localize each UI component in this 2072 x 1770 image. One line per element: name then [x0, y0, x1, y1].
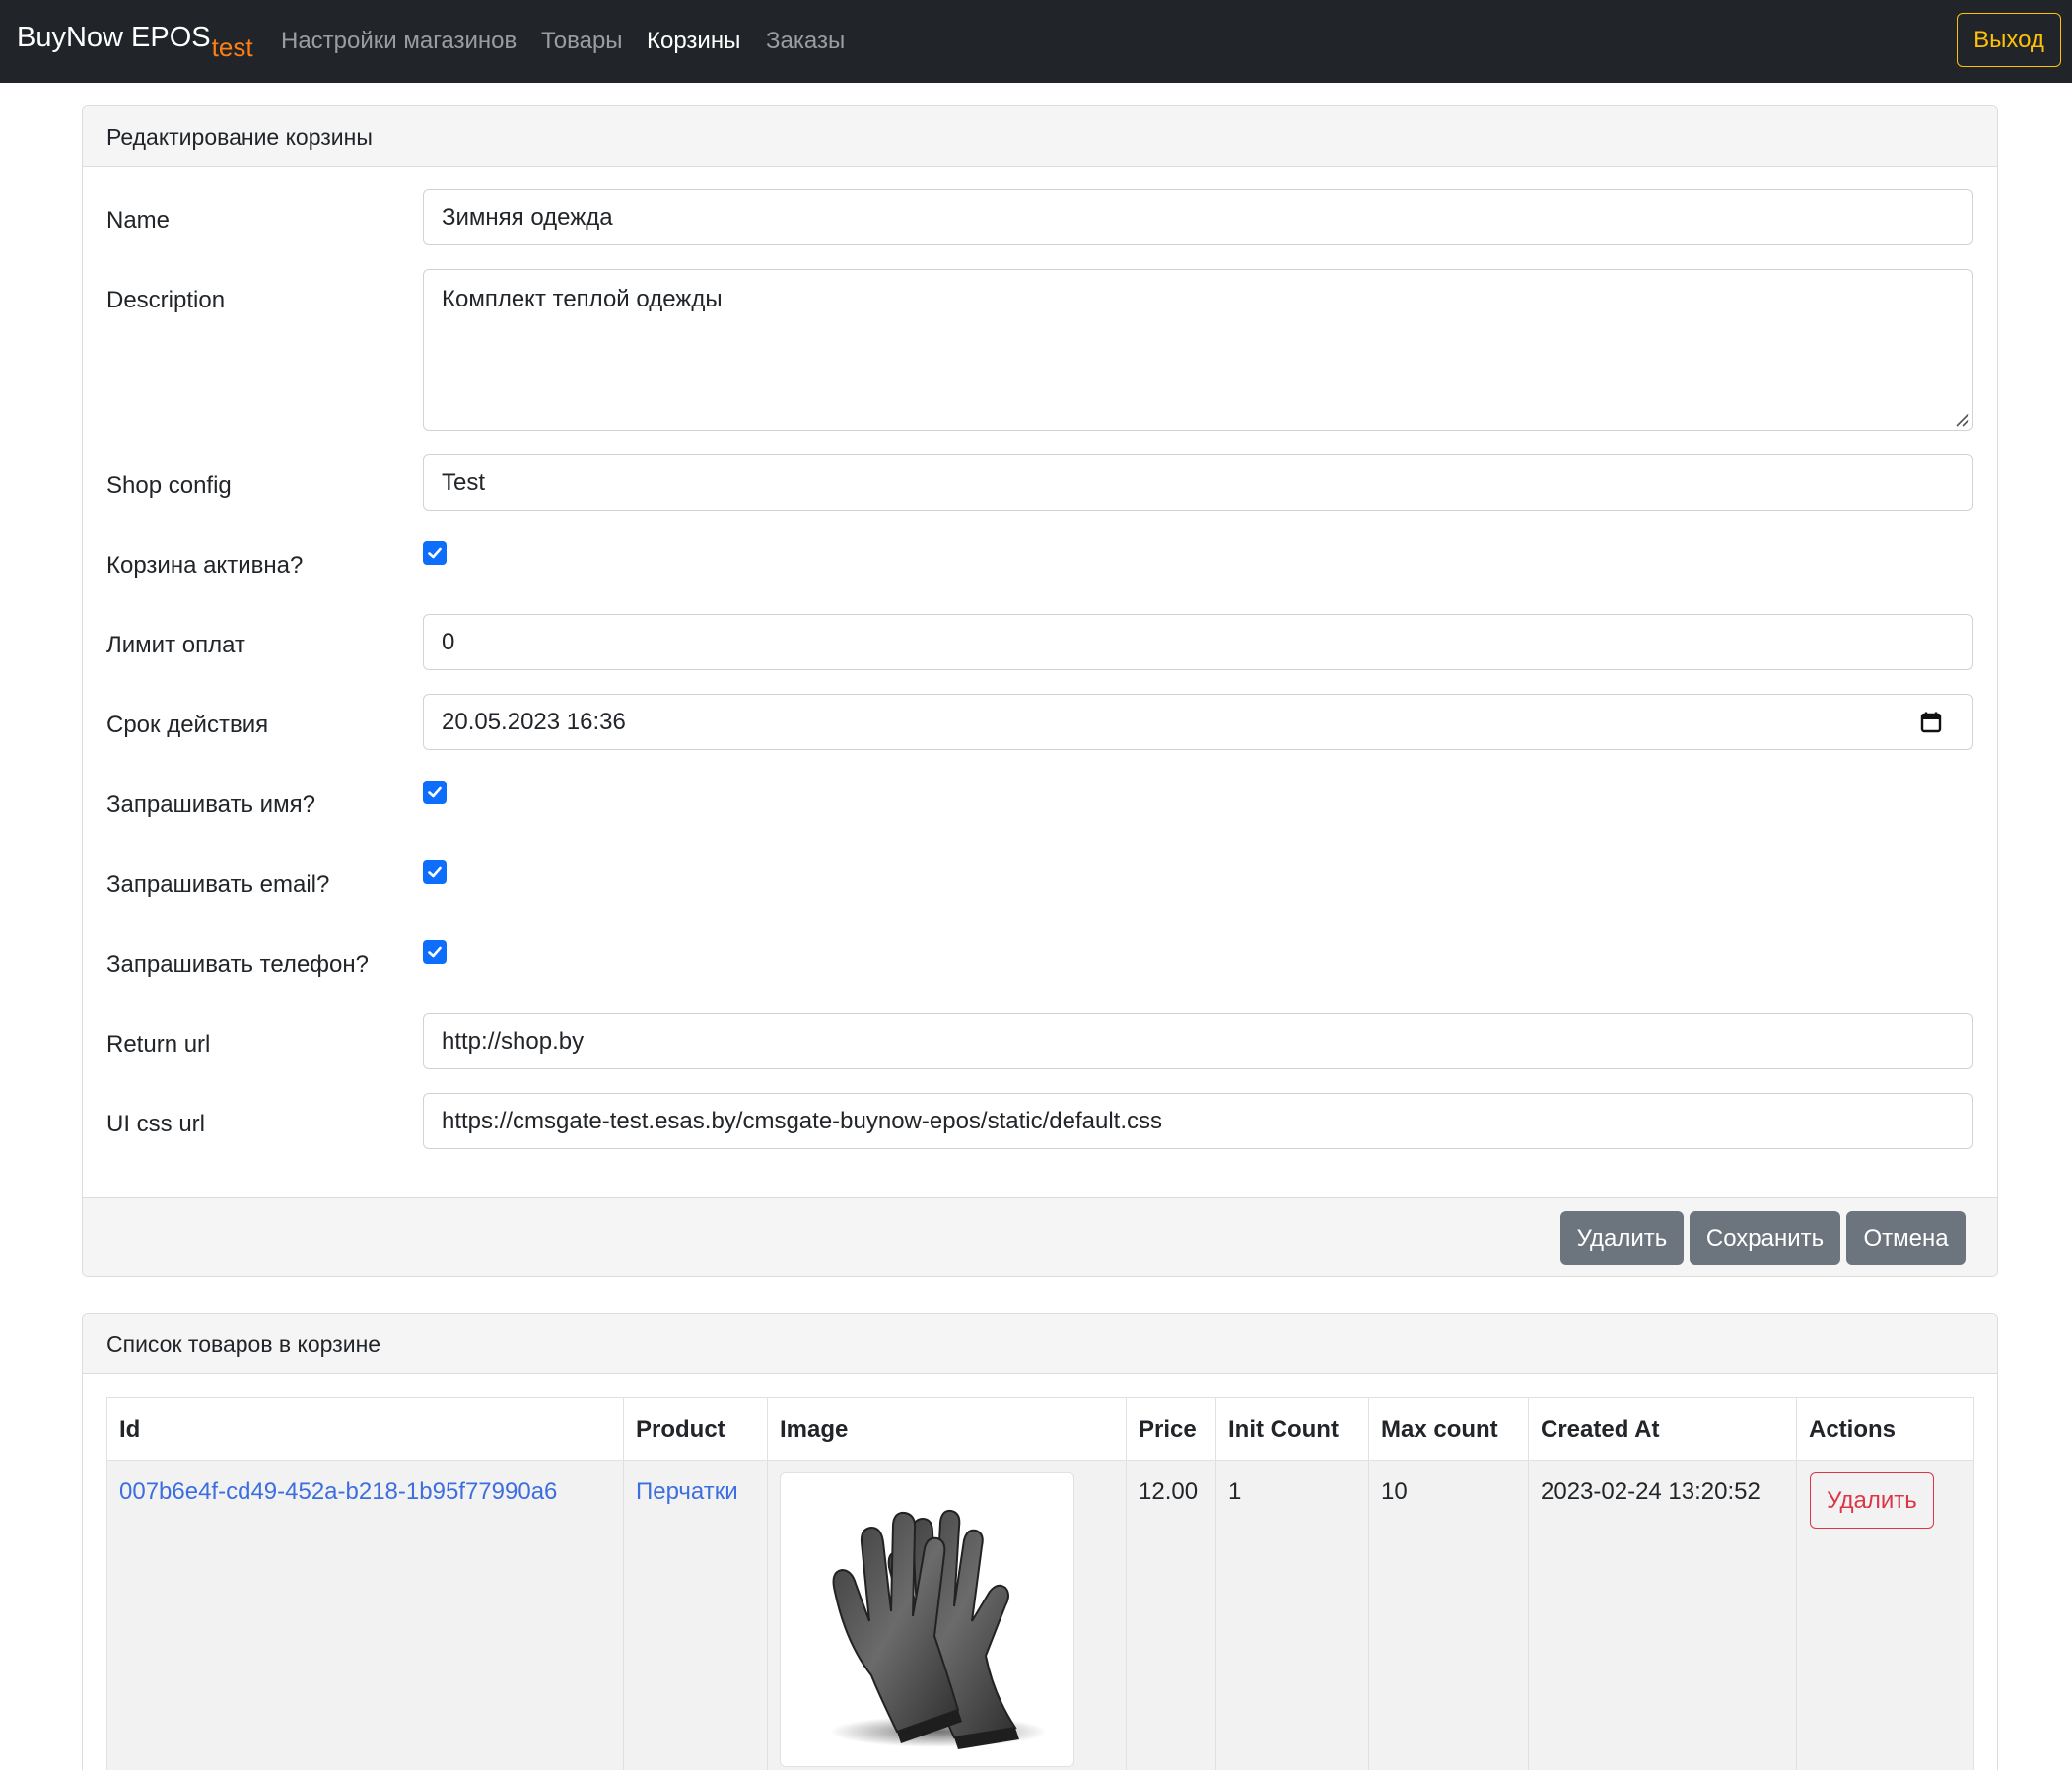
brand[interactable]: BuyNow EPOStest — [17, 22, 253, 62]
edit-cart-card-footer: Удалить Сохранить Отмена — [83, 1197, 1997, 1276]
ask-phone-checkbox[interactable] — [423, 940, 447, 964]
product-link[interactable]: Перчатки — [636, 1478, 738, 1505]
resize-handle-icon[interactable] — [1953, 410, 1970, 428]
name-input[interactable]: Зимняя одежда — [423, 189, 1973, 245]
column-header-id: Id — [107, 1398, 624, 1460]
cell-max-count: 10 — [1369, 1461, 1529, 1770]
check-icon — [428, 946, 442, 958]
cart-items-card-header: Список товаров в корзине — [83, 1314, 1997, 1374]
nav-products[interactable]: Товары — [541, 28, 623, 55]
column-header-product: Product — [624, 1398, 768, 1460]
description-textarea[interactable]: Комплект теплой одежды — [423, 269, 1973, 431]
top-navbar: BuyNow EPOStest Настройки магазинов Това… — [0, 0, 2072, 83]
cell-created-at: 2023-02-24 13:20:52 — [1529, 1461, 1797, 1770]
payment-limit-value: 0 — [442, 629, 455, 655]
delete-item-button[interactable]: Удалить — [1810, 1472, 1934, 1529]
save-cart-button[interactable]: Сохранить — [1690, 1211, 1840, 1265]
brand-env-label: test — [211, 33, 253, 62]
cart-items-title: Список товаров в корзине — [106, 1331, 381, 1357]
table-row: 007b6e4f-cd49-452a-b218-1b95f77990a6 Пер… — [107, 1460, 1973, 1770]
check-icon — [428, 786, 442, 798]
payment-limit-label: Лимит оплат — [106, 632, 245, 658]
column-header-max-count: Max count — [1369, 1398, 1529, 1460]
cart-active-label: Корзина активна? — [106, 552, 304, 579]
edit-cart-card-header: Редактирование корзины — [83, 106, 1997, 167]
logout-button[interactable]: Выход — [1957, 13, 2061, 67]
gloves-image — [780, 1472, 1074, 1767]
edit-cart-card: Редактирование корзины Name Зимняя одежд… — [82, 105, 1998, 1277]
nav-orders[interactable]: Заказы — [766, 28, 845, 55]
payment-limit-input[interactable]: 0 — [423, 614, 1973, 670]
ui-css-url-label: UI css url — [106, 1111, 206, 1137]
ui-css-url-value: https://cmsgate-test.esas.by/cmsgate-buy… — [442, 1108, 1162, 1134]
column-header-actions: Actions — [1809, 1416, 1897, 1443]
cart-active-checkbox[interactable] — [423, 541, 447, 565]
ask-email-label: Запрашивать email? — [106, 871, 330, 898]
description-label: Description — [106, 287, 226, 313]
cell-actions: Удалить — [1797, 1461, 1975, 1770]
name-label: Name — [106, 207, 171, 234]
column-header-created-at: Created At — [1529, 1398, 1797, 1460]
column-header-init-count: Init Count — [1216, 1398, 1369, 1460]
cell-price: 12.00 — [1127, 1461, 1216, 1770]
edit-cart-title: Редактирование корзины — [106, 124, 373, 150]
description-textarea-value: Комплект теплой одежды — [442, 286, 723, 312]
cart-items-card: Список товаров в корзине Id Product Imag… — [82, 1313, 1998, 1770]
expiry-datetime-input[interactable]: 20.05.2023 16:36 — [423, 694, 1973, 750]
shop-config-select[interactable]: Test — [423, 454, 1973, 511]
ask-email-checkbox[interactable] — [423, 860, 447, 884]
shop-config-label: Shop config — [106, 472, 232, 499]
ask-phone-label: Запрашивать телефон? — [106, 951, 369, 978]
cell-product: Перчатки — [624, 1461, 768, 1770]
expiry-value: 20.05.2023 16:36 — [442, 709, 626, 735]
name-input-value: Зимняя одежда — [442, 204, 613, 231]
column-header-price: Price — [1127, 1398, 1216, 1460]
cell-init-count: 1 — [1216, 1461, 1369, 1770]
cart-items-table: Id Product Image Price Init Count Max co… — [106, 1397, 1974, 1770]
return-url-input[interactable]: http://shop.by — [423, 1013, 1973, 1069]
ui-css-url-input[interactable]: https://cmsgate-test.esas.by/cmsgate-buy… — [423, 1093, 1973, 1149]
cell-id: 007b6e4f-cd49-452a-b218-1b95f77990a6 — [107, 1461, 624, 1770]
nav-shop-settings[interactable]: Настройки магазинов — [281, 28, 517, 55]
check-icon — [428, 866, 442, 878]
ask-name-label: Запрашивать имя? — [106, 791, 315, 818]
return-url-value: http://shop.by — [442, 1028, 585, 1055]
cancel-button[interactable]: Отмена — [1846, 1211, 1966, 1265]
brand-name[interactable]: BuyNow EPOS — [17, 22, 211, 53]
item-id-link[interactable]: 007b6e4f-cd49-452a-b218-1b95f77990a6 — [119, 1478, 557, 1505]
calendar-icon[interactable] — [1919, 711, 1943, 734]
delete-cart-button[interactable]: Удалить — [1560, 1211, 1684, 1265]
expiry-label: Срок действия — [106, 712, 269, 738]
cell-image — [768, 1461, 1127, 1770]
return-url-label: Return url — [106, 1031, 211, 1057]
shop-config-value: Test — [442, 469, 486, 496]
ask-name-checkbox[interactable] — [423, 781, 447, 804]
column-header-image: Image — [768, 1398, 1127, 1460]
gloves-image-icon — [830, 1509, 1047, 1749]
check-icon — [428, 547, 442, 559]
nav-carts[interactable]: Корзины — [647, 28, 740, 55]
